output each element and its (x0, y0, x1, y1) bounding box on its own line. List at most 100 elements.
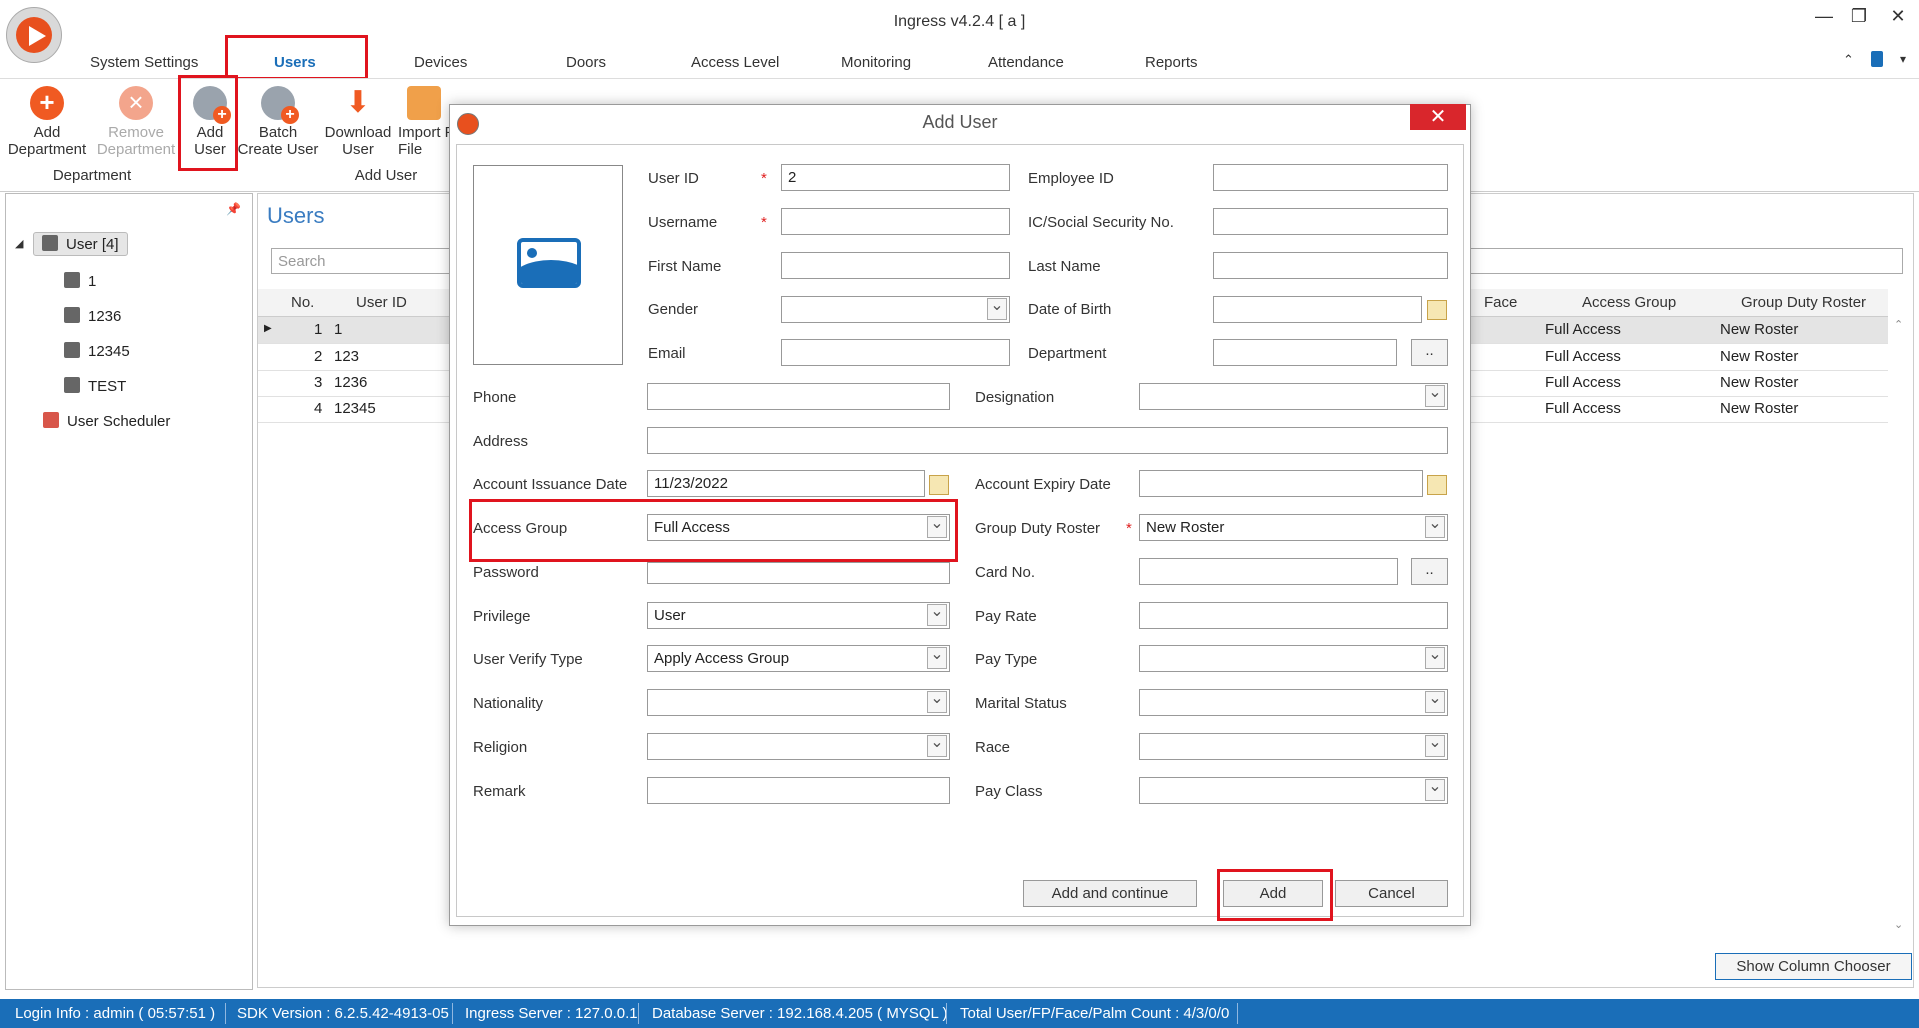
scroll-down-icon[interactable]: ⌄ (1894, 918, 1903, 931)
label-first-name: First Name (648, 258, 722, 275)
tab-access-level[interactable]: Access Level (691, 54, 779, 71)
tree-item-user[interactable]: 12345 (64, 342, 130, 360)
dob-input[interactable] (1213, 296, 1422, 323)
options-chevron-icon[interactable]: ▾ (1900, 52, 1906, 66)
calendar-icon[interactable] (1427, 300, 1447, 320)
tree-expand-icon[interactable]: ◢ (15, 237, 23, 250)
remark-input[interactable] (647, 777, 950, 804)
label-remark: Remark (473, 783, 526, 800)
calendar-icon[interactable] (929, 475, 949, 495)
show-column-chooser-button[interactable]: Show Column Chooser (1715, 953, 1912, 980)
ribbon-group-add-user: Add User (354, 167, 418, 184)
office-icon[interactable] (1871, 51, 1883, 67)
department-input[interactable] (1213, 339, 1397, 366)
label-group-duty-roster: Group Duty Roster (975, 520, 1101, 537)
status-sdk: SDK Version : 6.2.5.42-4913-05 (237, 1005, 449, 1022)
designation-select[interactable] (1139, 383, 1448, 410)
pay-type-select[interactable] (1139, 645, 1448, 672)
scroll-up-icon[interactable]: ⌃ (1894, 318, 1903, 331)
minimize-button[interactable]: — (1810, 6, 1838, 27)
label-email: Email (648, 345, 686, 362)
col-group-duty-roster[interactable]: Group Duty Roster (1741, 294, 1866, 311)
label-expiry-date: Account Expiry Date (975, 476, 1111, 493)
tab-devices[interactable]: Devices (414, 54, 467, 71)
batch-create-user-button[interactable]: Batch Create User (236, 86, 320, 158)
pin-icon[interactable]: 📌 (226, 202, 241, 216)
add-department-button[interactable]: Add Department (6, 86, 88, 158)
address-input[interactable] (647, 427, 1448, 454)
pay-class-select[interactable] (1139, 777, 1448, 804)
first-name-input[interactable] (781, 252, 1010, 279)
collapse-ribbon-icon[interactable]: ⌃ (1843, 52, 1854, 68)
password-input[interactable] (647, 562, 950, 584)
label-verify-type: User Verify Type (473, 651, 583, 668)
label-religion: Religion (473, 739, 528, 756)
marital-status-select[interactable] (1139, 689, 1448, 716)
remove-circle-icon (119, 86, 153, 120)
access-group-highlight (469, 499, 958, 562)
religion-select[interactable] (647, 733, 950, 760)
restore-button[interactable]: ❐ (1845, 6, 1873, 27)
ic-ssn-input[interactable] (1213, 208, 1448, 235)
expiry-date-input[interactable] (1139, 470, 1423, 497)
department-browse-button[interactable]: .. (1411, 339, 1448, 366)
tree-item-user[interactable]: TEST (64, 377, 126, 395)
tree-item-user[interactable]: 1 (64, 272, 96, 290)
race-select[interactable] (1139, 733, 1448, 760)
pay-rate-input[interactable] (1139, 602, 1448, 629)
calendar-icon[interactable] (1427, 475, 1447, 495)
download-icon (341, 86, 375, 120)
download-user-button[interactable]: Download User (320, 86, 396, 158)
col-face[interactable]: Face (1484, 294, 1517, 311)
privilege-select[interactable]: User (647, 602, 950, 629)
issuance-date-input[interactable]: 11/23/2022 (647, 470, 925, 497)
label-nationality: Nationality (473, 695, 544, 712)
add-and-continue-button[interactable]: Add and continue (1023, 880, 1197, 907)
import-from-file-button[interactable]: Import From File (398, 86, 450, 158)
col-no[interactable]: No. (291, 294, 314, 311)
status-server: Ingress Server : 127.0.0.1 (465, 1005, 638, 1022)
user-id-input[interactable]: 2 (781, 164, 1010, 191)
phone-input[interactable] (647, 383, 950, 410)
status-login: Login Info : admin ( 05:57:51 ) (15, 1005, 216, 1022)
photo-box[interactable] (473, 165, 623, 365)
label-last-name: Last Name (1028, 258, 1101, 275)
tab-attendance[interactable]: Attendance (988, 54, 1064, 71)
col-user-id[interactable]: User ID (356, 294, 407, 311)
tree-item-scheduler[interactable]: User Scheduler (43, 412, 170, 430)
label-employee-id: Employee ID (1028, 170, 1114, 187)
nationality-select[interactable] (647, 689, 950, 716)
label-username: Username (648, 214, 718, 231)
play-icon (29, 26, 46, 46)
tab-system-settings[interactable]: System Settings (90, 54, 198, 71)
status-total: Total User/FP/Face/Palm Count : 4/3/0/0 (960, 1005, 1230, 1022)
label-ic-ssn: IC/Social Security No. (1028, 214, 1174, 231)
label-marital-status: Marital Status (975, 695, 1067, 712)
tab-monitoring[interactable]: Monitoring (841, 54, 911, 71)
dialog-close-button[interactable]: ✕ (1410, 104, 1466, 130)
cancel-button[interactable]: Cancel (1335, 880, 1448, 907)
last-name-input[interactable] (1213, 252, 1448, 279)
tab-reports[interactable]: Reports (1145, 54, 1198, 71)
label-pay-class: Pay Class (975, 783, 1043, 800)
col-access-group[interactable]: Access Group (1582, 294, 1676, 311)
email-input[interactable] (781, 339, 1010, 366)
label-pay-rate: Pay Rate (975, 608, 1037, 625)
tree-item-user[interactable]: 1236 (64, 307, 121, 325)
label-phone: Phone (473, 389, 517, 406)
username-input[interactable] (781, 208, 1010, 235)
tree-root-user[interactable]: User [4] (33, 232, 128, 256)
gender-select[interactable] (781, 296, 1010, 323)
card-no-input[interactable] (1139, 558, 1398, 585)
group-duty-roster-select[interactable]: New Roster (1139, 514, 1448, 541)
verify-type-select[interactable]: Apply Access Group (647, 645, 950, 672)
tab-doors[interactable]: Doors (566, 54, 606, 71)
label-race: Race (975, 739, 1011, 756)
label-gender: Gender (648, 301, 699, 318)
card-no-browse-button[interactable]: .. (1411, 558, 1448, 585)
user-tree-panel (5, 193, 253, 990)
employee-id-input[interactable] (1213, 164, 1448, 191)
required-mark: * (1126, 520, 1132, 537)
remove-department-button[interactable]: Remove Department (92, 86, 180, 158)
close-window-button[interactable]: ✕ (1884, 6, 1912, 27)
